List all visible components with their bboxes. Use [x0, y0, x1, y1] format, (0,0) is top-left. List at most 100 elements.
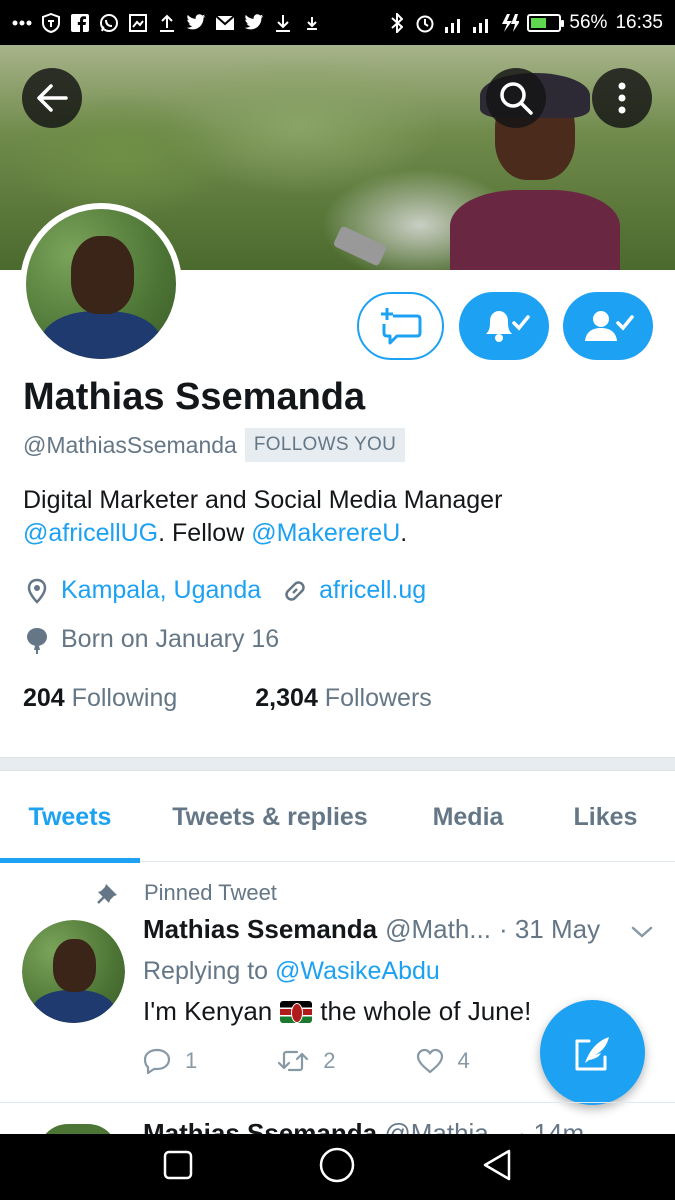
tweet-options-button[interactable] [630, 925, 654, 944]
tweet-header: Mathias Ssemanda @Math... · 31 May [143, 914, 600, 945]
home-circle-icon [319, 1147, 354, 1182]
birthday-row: Born on January 16 [23, 625, 279, 654]
website-link[interactable]: africell.ug [319, 576, 426, 605]
retweet-icon [278, 1050, 309, 1072]
follows-you-badge: FOLLOWS YOU [244, 428, 406, 462]
whatsapp-icon [99, 13, 119, 33]
reply-icon [143, 1048, 171, 1074]
overflow-menu-button[interactable] [592, 68, 652, 128]
pinned-tweet-label: Pinned Tweet [96, 880, 277, 906]
replying-to-mention[interactable]: @WasikeAbdu [275, 957, 440, 985]
like-action[interactable]: 4 [416, 1048, 470, 1074]
alarm-icon [415, 13, 435, 33]
tweet-author-handle: @Math... [385, 914, 491, 944]
tab-likes[interactable]: Likes [536, 772, 675, 862]
profile-tabs: Tweets Tweets & replies Media Likes [0, 772, 675, 863]
following-button[interactable] [563, 292, 653, 360]
reply-count: 1 [185, 1048, 198, 1073]
download-icon [273, 13, 293, 33]
kenya-flag-emoji [280, 1000, 313, 1023]
charging-icon [499, 13, 520, 33]
tweet-avatar[interactable] [22, 920, 125, 1023]
gmail-icon [215, 13, 235, 33]
bio-text: . Fellow [158, 519, 252, 547]
person-check-icon [585, 311, 634, 341]
bluetooth-icon [387, 12, 407, 33]
more-vertical-icon [618, 82, 626, 114]
upload-icon [157, 13, 177, 33]
profile-avatar[interactable] [20, 203, 182, 365]
reply-action[interactable]: 1 [143, 1048, 197, 1074]
shield-icon [41, 12, 61, 33]
tab-media[interactable]: Media [400, 772, 536, 862]
profile-bio: Digital Marketer and Social Media Manage… [23, 484, 653, 550]
compose-tweet-button[interactable] [540, 1000, 645, 1105]
tweet-text: I'm Kenyan the whole of June! [143, 996, 531, 1027]
location-row: Kampala, Uganda africell.ug [23, 576, 426, 605]
tweet-date: · 31 May [498, 914, 601, 944]
status-bar: 56% 16:35 [0, 0, 675, 45]
chevron-down-icon [631, 926, 653, 938]
home-button[interactable] [318, 1146, 356, 1189]
arrow-left-icon [37, 84, 68, 112]
recents-button[interactable] [163, 1150, 193, 1185]
battery-icon [527, 13, 565, 32]
bio-text: Digital Marketer and Social Media Manage… [23, 486, 503, 514]
search-button[interactable] [486, 68, 546, 128]
back-triangle-icon [483, 1149, 510, 1180]
notifications-toggle-button[interactable] [459, 292, 549, 360]
profile-handle: @MathiasSsemanda [23, 431, 237, 458]
signal-icon [443, 13, 463, 33]
recents-square-icon [163, 1150, 192, 1179]
following-stat[interactable]: 204 Following [23, 684, 177, 713]
heart-icon [416, 1048, 443, 1074]
facebook-icon [70, 13, 90, 33]
more-dots-icon [12, 13, 32, 33]
location-link[interactable]: Kampala, Uganda [61, 576, 261, 605]
tweet-text-start: I'm Kenyan [143, 996, 273, 1026]
tweet-author-name[interactable]: Mathias Ssemanda [143, 914, 377, 945]
direct-message-button[interactable] [357, 292, 444, 360]
bio-mention-makerereu[interactable]: @MakerereU [251, 519, 400, 547]
tweet-separator [0, 1102, 675, 1103]
bell-check-icon [486, 311, 530, 342]
balloon-icon [23, 626, 51, 654]
back-nav-button[interactable] [481, 1148, 513, 1187]
android-nav-bar [0, 1134, 675, 1200]
notification-icons [12, 12, 387, 33]
retweet-count: 2 [323, 1048, 336, 1073]
direct-message-icon [380, 308, 421, 345]
birthday-text: Born on January 16 [61, 625, 280, 653]
tweet-text-end: the whole of June! [320, 996, 532, 1026]
link-icon [281, 577, 309, 605]
handle-row: @MathiasSsemanda FOLLOWS YOU [23, 428, 406, 462]
replying-to: Replying to @WasikeAbdu [143, 957, 440, 986]
tweet-actions: 1 2 4 [143, 1048, 470, 1074]
pin-icon [96, 881, 122, 905]
pinned-text: Pinned Tweet [144, 880, 277, 905]
follow-stats: 204 Following 2,304 Followers [23, 684, 432, 713]
clock: 16:35 [615, 11, 663, 33]
signal-icon [471, 13, 491, 33]
banner-phone [332, 225, 388, 267]
back-button[interactable] [22, 68, 82, 128]
bio-text: . [400, 519, 408, 547]
tab-tweets-and-replies[interactable]: Tweets & replies [140, 772, 400, 862]
following-label: Following [71, 684, 178, 712]
location-pin-icon [23, 577, 51, 605]
following-count: 204 [23, 684, 65, 712]
retweet-action[interactable]: 2 [277, 1048, 336, 1074]
system-icons: 56% 16:35 [387, 12, 663, 34]
tab-tweets[interactable]: Tweets [0, 772, 140, 863]
bio-mention-africellug[interactable]: @africellUG [23, 519, 158, 547]
twitter-icon [244, 13, 264, 33]
profile-name: Mathias Ssemanda [23, 376, 366, 418]
replying-prefix: Replying to [143, 957, 276, 985]
followers-count: 2,304 [255, 684, 318, 712]
followers-stat[interactable]: 2,304 Followers [255, 684, 432, 713]
twitter-profile-screen: 56% 16:35 Mathias Ssemanda @MathiasSsema… [0, 0, 675, 1200]
twitter-icon [186, 13, 206, 33]
search-icon [500, 82, 533, 115]
download-small-icon [302, 13, 322, 33]
battery-percent: 56% [569, 11, 608, 33]
